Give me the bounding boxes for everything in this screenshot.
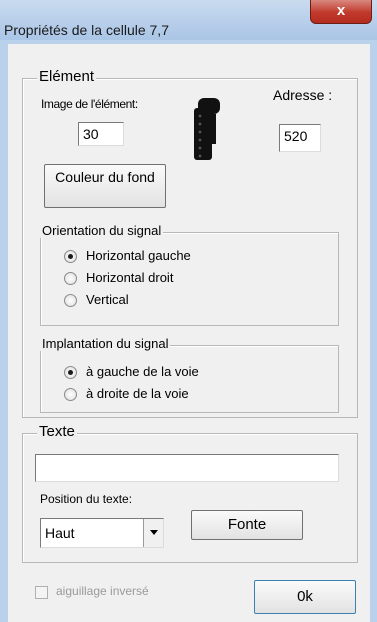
image-number-field[interactable]: 30 <box>78 122 124 146</box>
address-field[interactable]: 520 <box>279 124 321 152</box>
radio-right-of-track-label: à droite de la voie <box>86 386 189 401</box>
text-position-value: Haut <box>45 525 75 541</box>
orientation-legend: Orientation du signal <box>40 223 164 238</box>
image-label: Image de l'élément: <box>41 97 138 111</box>
dialog-window: Propriétés de la cellule 7,7 x Elément I… <box>0 0 377 622</box>
radio-vertical[interactable] <box>64 294 77 307</box>
window-title: Propriétés de la cellule 7,7 <box>4 22 169 38</box>
background-color-button-label: Couleur du fond <box>55 169 155 185</box>
text-legend: Texte <box>37 423 77 440</box>
chevron-down-icon[interactable] <box>143 519 163 547</box>
font-button[interactable]: Fonte <box>191 510 303 540</box>
radio-right-of-track[interactable] <box>64 388 77 401</box>
dialog-client-area: Elément Image de l'élément: 30 Adresse :… <box>8 44 370 622</box>
text-position-select[interactable]: Haut <box>40 518 164 548</box>
image-number-value: 30 <box>83 126 99 142</box>
close-button[interactable]: x <box>310 0 372 24</box>
implantation-group: Implantation du signal <box>40 336 339 413</box>
radio-horizontal-left[interactable] <box>64 250 77 263</box>
radio-horizontal-right[interactable] <box>64 272 77 285</box>
orientation-group: Orientation du signal <box>40 223 339 326</box>
radio-left-of-track-label: à gauche de la voie <box>86 364 199 379</box>
signal-icon <box>194 98 220 160</box>
text-input[interactable] <box>35 454 339 482</box>
radio-left-of-track[interactable] <box>64 366 77 379</box>
implantation-legend: Implantation du signal <box>40 336 171 351</box>
radio-horizontal-right-label: Horizontal droit <box>86 270 174 285</box>
address-label: Adresse : <box>273 87 333 103</box>
address-value: 520 <box>284 128 308 144</box>
background-color-button[interactable]: Couleur du fond <box>44 164 166 208</box>
element-legend: Elément <box>37 68 97 85</box>
close-icon: x <box>336 2 346 19</box>
radio-vertical-label: Vertical <box>86 292 129 307</box>
inverted-switch-label: aiguillage inversé <box>56 584 149 598</box>
ok-button-label: 0k <box>297 588 313 605</box>
ok-button[interactable]: 0k <box>254 580 356 614</box>
font-button-label: Fonte <box>227 516 267 533</box>
inverted-switch-checkbox[interactable] <box>35 586 48 599</box>
radio-horizontal-left-label: Horizontal gauche <box>86 248 191 263</box>
text-position-label: Position du texte: <box>40 492 133 506</box>
title-bar[interactable]: Propriétés de la cellule 7,7 x <box>0 0 377 40</box>
